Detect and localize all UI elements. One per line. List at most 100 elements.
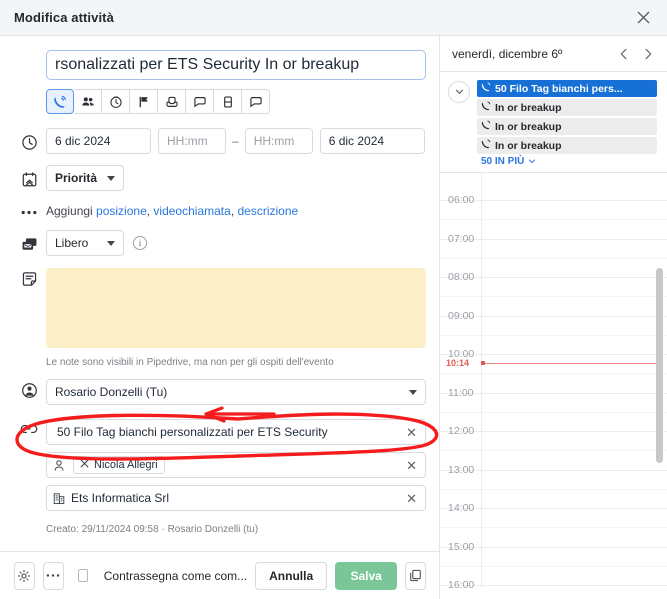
grid-half-hour-line: [440, 450, 667, 452]
calendar-event[interactable]: In or breakup: [477, 118, 657, 135]
calendar-scrollbar[interactable]: [656, 268, 663, 463]
grid-hour-label: 12:00: [448, 425, 475, 437]
phone-icon[interactable]: [46, 89, 74, 114]
user-circle-icon: [12, 379, 46, 399]
clock-icon[interactable]: [102, 89, 130, 114]
owner-dropdown[interactable]: Rosario Donzelli (Tu): [46, 379, 426, 405]
window-titlebar: Modifica attività: [0, 0, 667, 36]
person-chip-label: Nicola Allegri: [94, 459, 158, 471]
grid-hour-label: 16:00: [448, 579, 475, 588]
end-time-field[interactable]: HH:mm: [244, 128, 313, 154]
priority-dropdown[interactable]: Priorità: [46, 165, 125, 191]
add-description-link[interactable]: descrizione: [237, 204, 298, 218]
add-location-link[interactable]: posizione: [96, 204, 147, 218]
calendar-time-grid[interactable]: 06:00 07:00 08:00 09:00 10:00 11:00 12:00 13:00…: [440, 173, 667, 588]
calendar-event-label: In or breakup: [495, 101, 562, 114]
schedule-row: 6 dic 2024 HH:mm – HH:mm 6 dic 2024: [0, 128, 439, 154]
flag-icon[interactable]: [130, 89, 158, 114]
note-icon: [12, 268, 46, 288]
time-separator: –: [232, 134, 239, 148]
start-date-field[interactable]: 6 dic 2024: [46, 128, 151, 154]
organization-link-field[interactable]: Ets Informatica Srl ✕: [46, 485, 426, 511]
chevron-down-icon[interactable]: [448, 81, 470, 103]
note-hint: Le note sono visibili in Pipedrive, ma n…: [46, 357, 334, 368]
calendar-event-selected[interactable]: 50 Filo Tag bianchi pers...: [477, 80, 657, 97]
grid-half-hour-line: [440, 411, 667, 413]
activity-form-pane: 6 dic 2024 HH:mm – HH:mm 6 dic 2024: [0, 36, 440, 599]
calendar-date-label: venerdì, dicembre 6º: [452, 46, 563, 61]
mark-done-checkbox[interactable]: [77, 569, 88, 582]
grid-hour-label: 07:00: [448, 232, 475, 245]
close-icon[interactable]: ✕: [406, 426, 417, 439]
person-link-field[interactable]: Nicola Allegri ✕: [46, 452, 426, 478]
type-gutter: [12, 80, 46, 83]
person-icon: [53, 459, 65, 472]
copy-icon[interactable]: [405, 561, 427, 590]
note-textarea[interactable]: [46, 268, 426, 348]
grid-hour-line: [440, 392, 667, 394]
current-time-dot: [481, 361, 485, 366]
calendar-event[interactable]: In or breakup: [477, 137, 657, 154]
more-options-icon[interactable]: [42, 561, 64, 590]
person-chip[interactable]: Nicola Allegri: [73, 456, 165, 474]
current-time-line: [481, 362, 659, 364]
window-title: Modifica attività: [14, 10, 114, 25]
phone-icon: [481, 139, 491, 152]
book-icon[interactable]: [214, 89, 242, 114]
note-row: Le note sono visibili in Pipedrive, ma n…: [0, 268, 439, 368]
inbox-icon[interactable]: [158, 89, 186, 114]
save-button[interactable]: Salva: [335, 561, 398, 590]
created-info: Creato: 29/11/2024 09:58 · Rosario Donze…: [46, 524, 259, 535]
chat-alt-icon[interactable]: [242, 89, 270, 114]
chevron-right-icon[interactable]: [639, 45, 657, 63]
calendar-header: venerdì, dicembre 6º: [440, 36, 667, 72]
grid-half-hour-line: [440, 257, 667, 259]
phone-icon: [481, 101, 491, 114]
add-more-row: Aggiungi posizione, videochiamata, descr…: [0, 204, 439, 218]
links-row: 50 Filo Tag bianchi personalizzati per E…: [0, 419, 439, 518]
close-icon[interactable]: ✕: [406, 459, 417, 472]
people-icon[interactable]: [74, 89, 102, 114]
info-icon[interactable]: i: [133, 236, 147, 250]
calendar-pane: venerdì, dicembre 6º 50 Filo Tag bianchi…: [440, 36, 667, 599]
availability-dropdown[interactable]: Libero: [46, 230, 124, 256]
cancel-button[interactable]: Annulla: [255, 561, 328, 590]
add-prefix: Aggiungi: [46, 204, 97, 218]
chevron-down-icon: [529, 159, 536, 164]
mark-done-label: Contrassegna come com...: [103, 568, 248, 583]
grid-hour-label: 13:00: [448, 463, 475, 476]
grid-half-hour-line: [440, 334, 667, 336]
availability-row: Libero i: [0, 230, 439, 256]
grid-hour-label: 15:00: [448, 540, 475, 553]
gear-icon[interactable]: [14, 561, 35, 590]
link-icon: [12, 419, 46, 436]
chat-icon[interactable]: [186, 89, 214, 114]
person-x-icon[interactable]: [80, 459, 89, 471]
deal-link-field[interactable]: 50 Filo Tag bianchi personalizzati per E…: [46, 419, 426, 445]
close-icon[interactable]: [633, 8, 653, 28]
show-more-label: 50 IN PIÙ: [481, 156, 525, 167]
calendar-event-label: In or breakup: [495, 120, 562, 133]
clock-icon: [12, 131, 46, 151]
grid-hour-label: 09:00: [448, 309, 475, 322]
activity-type-row: [0, 80, 439, 114]
end-date-field[interactable]: 6 dic 2024: [319, 128, 425, 154]
show-more-events-link[interactable]: 50 IN PIÙ: [477, 156, 657, 167]
start-time-field[interactable]: HH:mm: [158, 128, 226, 154]
owner-value: Rosario Donzelli (Tu): [55, 385, 168, 399]
owner-row: Rosario Donzelli (Tu): [0, 379, 439, 405]
chevron-down-icon: [107, 175, 116, 181]
activity-title-input[interactable]: [46, 50, 426, 80]
calendar-event-list: 50 Filo Tag bianchi pers... In or breaku…: [477, 80, 657, 167]
grid-hour-label: 06:00: [448, 194, 475, 206]
chevron-left-icon[interactable]: [615, 45, 633, 63]
building-icon: [53, 492, 65, 505]
add-videocall-link[interactable]: videochiamata: [153, 204, 230, 218]
form-footer: Contrassegna come com... Annulla Salva: [0, 551, 439, 599]
phone-icon: [481, 82, 491, 95]
grid-hour-label: 14:00: [448, 502, 475, 514]
close-icon[interactable]: ✕: [406, 492, 417, 505]
grid-vertical-divider: [481, 173, 482, 588]
activity-form-scroll: 6 dic 2024 HH:mm – HH:mm 6 dic 2024: [0, 36, 439, 551]
calendar-event[interactable]: In or breakup: [477, 99, 657, 116]
